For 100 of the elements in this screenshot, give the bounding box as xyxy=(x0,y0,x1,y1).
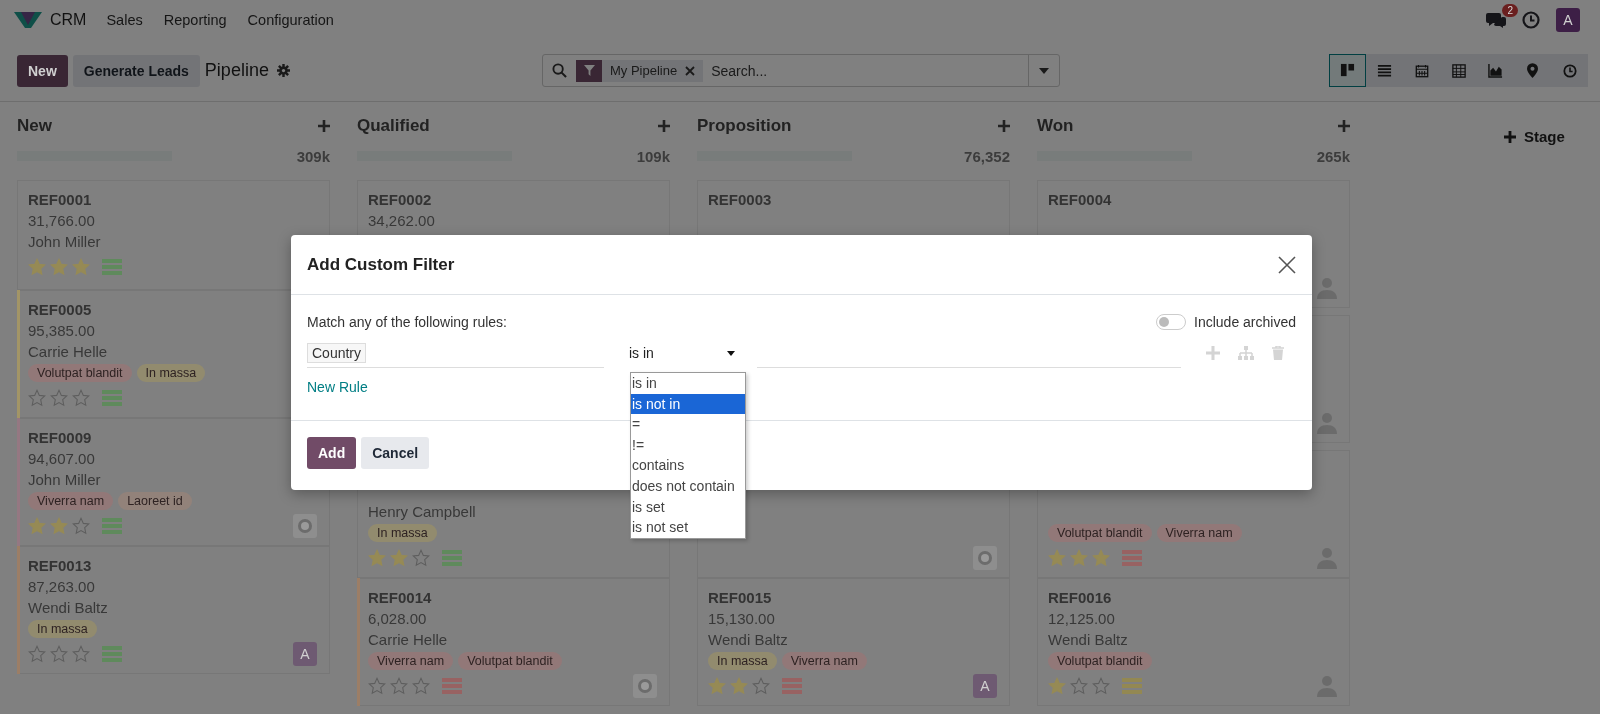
star-icon[interactable] xyxy=(368,677,386,695)
lead-reference: REF0002 xyxy=(368,191,432,208)
person-icon[interactable] xyxy=(1317,277,1337,299)
chat-icon[interactable] xyxy=(1486,11,1506,29)
clock-icon xyxy=(1562,63,1577,78)
column-total: 76,352 xyxy=(964,147,1010,165)
logo-icon[interactable] xyxy=(14,10,42,30)
toolbar-button[interactable]: New xyxy=(17,54,68,87)
view-switch-button[interactable] xyxy=(1366,54,1403,87)
menu-item[interactable]: Configuration xyxy=(247,12,334,28)
plus-icon[interactable] xyxy=(658,120,670,132)
star-icon[interactable] xyxy=(1070,549,1088,567)
dialog-title: Add Custom Filter xyxy=(307,254,455,275)
app-name[interactable]: CRM xyxy=(50,11,87,29)
activity-icon[interactable] xyxy=(102,646,122,662)
activity-icon[interactable] xyxy=(442,550,462,566)
column-title: Qualified xyxy=(357,116,430,136)
activity-icon[interactable] xyxy=(102,390,122,406)
tag: In massa xyxy=(136,363,206,382)
new-rule-link[interactable]: New Rule xyxy=(307,379,368,395)
avatar-icon[interactable] xyxy=(973,546,997,570)
star-icon[interactable] xyxy=(72,517,90,535)
star-icon[interactable] xyxy=(72,389,90,407)
star-icon[interactable] xyxy=(28,389,46,407)
filter-facet: My Pipeline xyxy=(609,63,679,78)
activity-icon[interactable] xyxy=(102,518,122,534)
search-input[interactable]: Search... xyxy=(709,61,1028,80)
dropdown-option[interactable]: contains xyxy=(631,455,745,476)
star-icon[interactable] xyxy=(72,645,90,663)
user-avatar[interactable]: A xyxy=(1556,8,1580,32)
operator-select[interactable]: is in xyxy=(629,339,735,367)
activity-icon[interactable] xyxy=(1122,550,1142,566)
column-total: 309k xyxy=(296,147,330,165)
star-icon[interactable] xyxy=(1048,677,1066,695)
contact-name: Wendi Baltz xyxy=(1048,631,1128,648)
dialog-button[interactable]: Add xyxy=(307,437,357,469)
settings-icon[interactable] xyxy=(276,64,290,77)
star-icon[interactable] xyxy=(368,549,386,567)
close-icon[interactable] xyxy=(1278,255,1296,274)
close-icon[interactable] xyxy=(685,65,696,76)
activity-icon[interactable] xyxy=(1122,678,1142,694)
star-icon[interactable] xyxy=(1048,549,1066,567)
activity-icon[interactable] xyxy=(782,678,802,694)
lead-reference: REF0015 xyxy=(708,589,772,606)
dialog-button[interactable]: Cancel xyxy=(361,437,430,469)
filter-icon xyxy=(583,65,595,76)
trash-icon[interactable] xyxy=(1272,346,1284,360)
kanban-icon xyxy=(1340,63,1355,78)
star-icon[interactable] xyxy=(28,517,46,535)
star-icon[interactable] xyxy=(390,549,408,567)
star-icon[interactable] xyxy=(1092,549,1110,567)
toolbar-button[interactable]: Generate Leads xyxy=(72,54,200,87)
dropdown-option[interactable]: is in xyxy=(631,373,745,394)
dropdown-option[interactable]: != xyxy=(631,434,745,456)
star-icon[interactable] xyxy=(390,677,408,695)
star-icon[interactable] xyxy=(28,258,46,276)
star-icon[interactable] xyxy=(730,677,748,695)
person-icon[interactable] xyxy=(1317,412,1337,434)
search-icon[interactable] xyxy=(552,63,567,78)
archived-toggle[interactable] xyxy=(1156,314,1187,330)
plus-icon[interactable] xyxy=(318,120,330,132)
star-icon[interactable] xyxy=(412,549,430,567)
field-selector[interactable]: Country xyxy=(307,342,367,363)
star-icon[interactable] xyxy=(72,258,90,276)
clock-icon[interactable] xyxy=(1522,11,1540,29)
star-icon[interactable] xyxy=(28,645,46,663)
star-icon[interactable] xyxy=(708,677,726,695)
tag: Laoreet id xyxy=(118,491,192,510)
activity-icon[interactable] xyxy=(102,259,122,275)
star-icon[interactable] xyxy=(752,677,770,695)
star-icon[interactable] xyxy=(412,677,430,695)
star-icon[interactable] xyxy=(50,389,68,407)
avatar-icon[interactable] xyxy=(293,514,317,538)
star-icon[interactable] xyxy=(50,258,68,276)
star-icon[interactable] xyxy=(50,645,68,663)
dropdown-option[interactable]: is not set xyxy=(631,517,745,538)
dropdown-option[interactable]: is not in xyxy=(631,393,745,415)
star-icon[interactable] xyxy=(1070,677,1088,695)
view-switch-button[interactable] xyxy=(1551,54,1588,87)
add-stage-button[interactable]: Stage xyxy=(1504,128,1565,145)
tag: In massa xyxy=(28,619,97,638)
menu-item[interactable]: Reporting xyxy=(163,12,227,28)
hierarchy-icon[interactable] xyxy=(1238,346,1254,360)
dropdown-option[interactable]: = xyxy=(631,414,745,435)
avatar[interactable]: A xyxy=(293,642,317,666)
plus-icon[interactable] xyxy=(998,120,1010,132)
dropdown-option[interactable]: does not contain xyxy=(631,475,745,497)
activity-icon[interactable] xyxy=(442,678,462,694)
view-switch-button[interactable] xyxy=(1329,54,1366,87)
menu-item[interactable]: Sales xyxy=(106,12,143,28)
search-bar[interactable]: My Pipeline Search... xyxy=(542,54,1060,87)
star-icon[interactable] xyxy=(1092,677,1110,695)
lead-amount: 12,125.00 xyxy=(1048,610,1115,627)
rules-intro: Match any of the following rules: xyxy=(307,314,507,330)
plus-icon[interactable] xyxy=(1338,120,1350,132)
avatar-icon[interactable] xyxy=(633,674,657,698)
dropdown-option[interactable]: is set xyxy=(631,496,745,518)
contact-name: Henry Campbell xyxy=(368,503,476,520)
star-icon[interactable] xyxy=(50,517,68,535)
avatar[interactable]: A xyxy=(973,674,997,698)
